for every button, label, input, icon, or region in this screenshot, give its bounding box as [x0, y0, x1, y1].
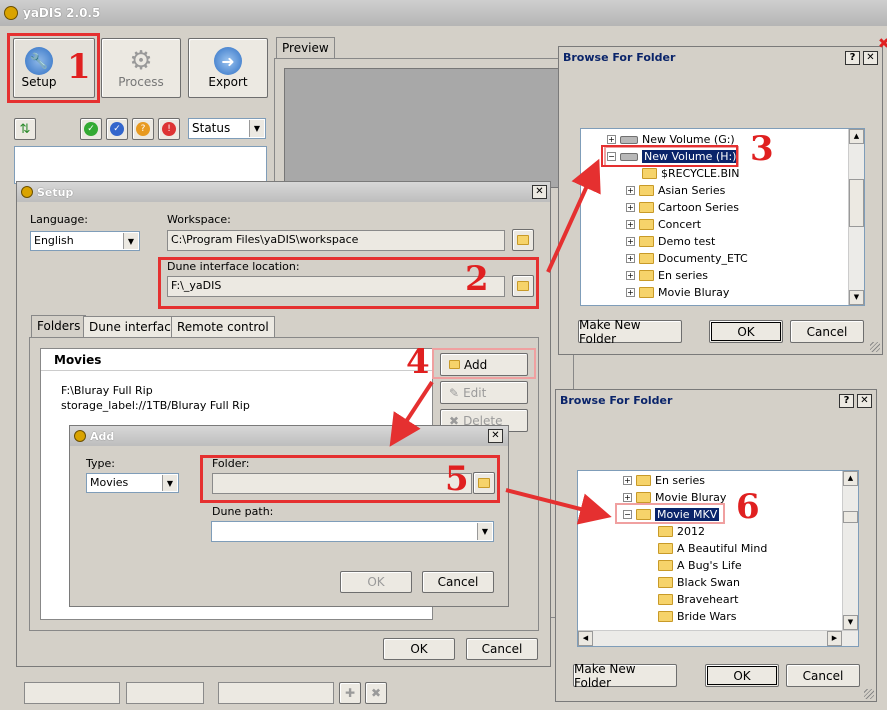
annotation-arrows [389, 158, 612, 525]
arrow-to-movie-mkv [505, 488, 612, 525]
arrow-add-to-dialog [389, 380, 434, 447]
arrow-to-h-drive [546, 158, 601, 273]
